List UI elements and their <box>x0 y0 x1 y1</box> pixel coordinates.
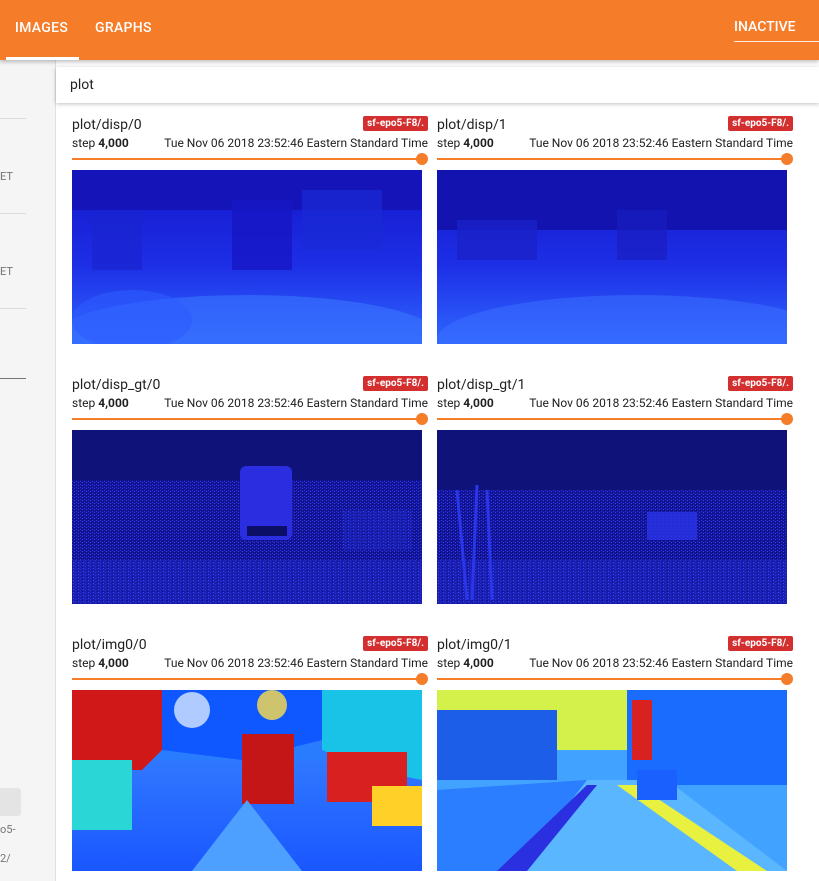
sidebar-divider <box>0 213 26 214</box>
run-badge: sf-epo5-F8/. <box>363 116 428 131</box>
sidebar-fragment: o5- <box>0 823 16 836</box>
sidebar-divider <box>0 308 26 309</box>
slider-track <box>72 418 422 420</box>
step-slider[interactable] <box>437 413 793 425</box>
step-slider[interactable] <box>437 673 793 685</box>
timestamp: Tue Nov 06 2018 23:52:46 Eastern Standar… <box>529 136 793 150</box>
sidebar-divider <box>0 118 26 119</box>
slider-track <box>437 678 787 680</box>
image-card: plot/disp_gt/1 sf-epo5-F8/. step 4,000 T… <box>437 376 793 604</box>
run-badge: sf-epo5-F8/. <box>363 376 428 391</box>
sidebar-fragment: 2/ <box>0 852 11 865</box>
sidebar: ET ET o5- 2/ <box>0 60 56 881</box>
step-prefix: step <box>72 136 96 150</box>
slider-knob[interactable] <box>781 413 793 425</box>
step-label: step 4,000 <box>72 396 129 410</box>
timestamp: Tue Nov 06 2018 23:52:46 Eastern Standar… <box>164 396 428 410</box>
run-badge: sf-epo5-F8/. <box>728 376 793 391</box>
slider-track <box>72 158 422 160</box>
sidebar-fragment: ET <box>0 170 13 183</box>
step-slider[interactable] <box>72 413 428 425</box>
timestamp: Tue Nov 06 2018 23:52:46 Eastern Standar… <box>164 136 428 150</box>
ground-truth-disparity-image[interactable] <box>437 430 787 604</box>
card-title: plot/disp/0 <box>72 117 142 133</box>
run-badge: sf-epo5-F8/. <box>728 636 793 651</box>
step-slider[interactable] <box>437 153 793 165</box>
step-value: 4,000 <box>98 656 129 670</box>
timestamp: Tue Nov 06 2018 23:52:46 Eastern Standar… <box>529 396 793 410</box>
input-image[interactable] <box>437 690 787 871</box>
disparity-image[interactable] <box>437 170 787 344</box>
step-value: 4,000 <box>463 396 494 410</box>
run-status-dropdown[interactable]: INACTIVE <box>734 0 819 42</box>
slider-knob[interactable] <box>416 413 428 425</box>
top-app-bar: IMAGES GRAPHS INACTIVE <box>0 0 819 60</box>
image-card: plot/disp/0 sf-epo5-F8/. step 4,000 Tue … <box>72 116 428 344</box>
step-value: 4,000 <box>98 136 129 150</box>
run-badge: sf-epo5-F8/. <box>363 636 428 651</box>
card-title: plot/disp/1 <box>437 117 507 133</box>
step-value: 4,000 <box>463 136 494 150</box>
step-label: step 4,000 <box>72 136 129 150</box>
step-value: 4,000 <box>98 396 129 410</box>
slider-knob[interactable] <box>416 153 428 165</box>
card-title: plot/img0/1 <box>437 637 512 653</box>
card-title: plot/disp_gt/0 <box>72 377 161 393</box>
tag-filter-input[interactable] <box>70 67 770 103</box>
ground-truth-disparity-image[interactable] <box>72 430 422 604</box>
slider-track <box>437 418 787 420</box>
slider-knob[interactable] <box>781 673 793 685</box>
image-card: plot/img0/0 sf-epo5-F8/. step 4,000 Tue … <box>72 636 428 871</box>
run-badge: sf-epo5-F8/. <box>728 116 793 131</box>
step-slider[interactable] <box>72 153 428 165</box>
step-label: step 4,000 <box>437 656 494 670</box>
step-prefix: step <box>437 136 461 150</box>
slider-knob[interactable] <box>416 673 428 685</box>
image-card: plot/disp_gt/0 sf-epo5-F8/. step 4,000 T… <box>72 376 428 604</box>
slider-track <box>437 158 787 160</box>
step-value: 4,000 <box>463 656 494 670</box>
sidebar-input-underline[interactable] <box>0 378 26 379</box>
tag-filter-box <box>56 67 819 103</box>
input-image[interactable] <box>72 690 422 871</box>
sidebar-fragment: ET <box>0 265 13 278</box>
timestamp: Tue Nov 06 2018 23:52:46 Eastern Standar… <box>529 656 793 670</box>
sidebar-button[interactable] <box>0 788 21 816</box>
step-label: step 4,000 <box>437 136 494 150</box>
slider-knob[interactable] <box>781 153 793 165</box>
step-slider[interactable] <box>72 673 428 685</box>
step-prefix: step <box>437 656 461 670</box>
step-label: step 4,000 <box>72 656 129 670</box>
step-label: step 4,000 <box>437 396 494 410</box>
tab-graphs[interactable]: GRAPHS <box>95 0 152 60</box>
tab-images[interactable]: IMAGES <box>0 0 83 60</box>
step-prefix: step <box>72 396 96 410</box>
card-title: plot/img0/0 <box>72 637 147 653</box>
card-title: plot/disp_gt/1 <box>437 377 526 393</box>
image-card: plot/img0/1 sf-epo5-F8/. step 4,000 Tue … <box>437 636 793 871</box>
timestamp: Tue Nov 06 2018 23:52:46 Eastern Standar… <box>164 656 428 670</box>
image-card: plot/disp/1 sf-epo5-F8/. step 4,000 Tue … <box>437 116 793 344</box>
disparity-image[interactable] <box>72 170 422 344</box>
step-prefix: step <box>72 656 96 670</box>
slider-track <box>72 678 422 680</box>
step-prefix: step <box>437 396 461 410</box>
